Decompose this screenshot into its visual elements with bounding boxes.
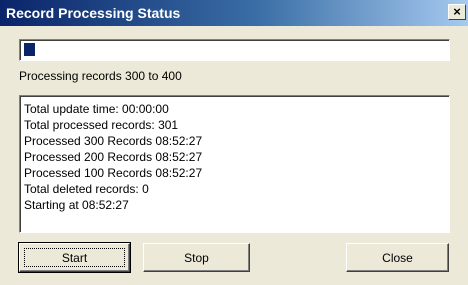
log-line: Processed 300 Records 08:52:27 — [24, 134, 203, 148]
log-line: Starting at 08:52:27 — [24, 198, 129, 212]
log-line: Total processed records: 301 — [24, 118, 179, 132]
progress-bar — [19, 39, 450, 61]
close-button[interactable]: Close — [346, 243, 449, 272]
start-button-label: Start — [24, 248, 125, 267]
progress-fill — [24, 43, 35, 56]
log-line: Processed 100 Records 08:52:27 — [24, 166, 203, 180]
log-lines: Total update time: 00:00:00 Total process… — [24, 101, 202, 213]
stop-button[interactable]: Stop — [143, 243, 250, 272]
start-button[interactable]: Start — [18, 242, 131, 273]
title-bar[interactable]: Record Processing Status × — [0, 0, 468, 26]
status-text: Processing records 300 to 400 — [19, 69, 182, 83]
log-textbox[interactable]: Total update time: 00:00:00 Total process… — [19, 95, 450, 233]
log-line: Total update time: 00:00:00 — [24, 102, 169, 116]
close-icon[interactable]: × — [448, 4, 466, 20]
record-processing-dialog: Record Processing Status × Processing re… — [0, 0, 468, 285]
log-line: Total deleted records: 0 — [24, 182, 149, 196]
window-title: Record Processing Status — [6, 5, 181, 21]
log-line: Processed 200 Records 08:52:27 — [24, 150, 203, 164]
